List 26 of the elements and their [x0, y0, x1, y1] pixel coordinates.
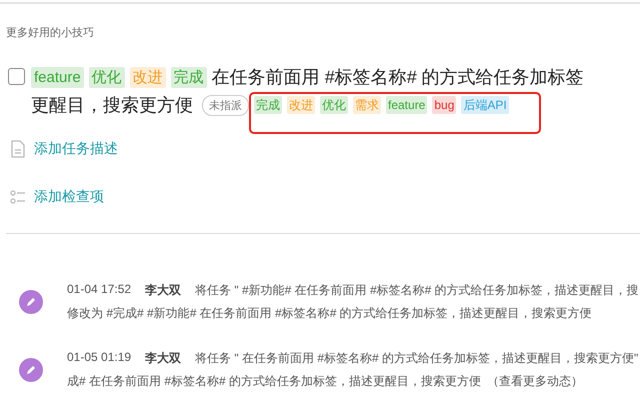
section-title: 更多好用的小技巧: [6, 26, 94, 40]
tag[interactable]: 需求: [353, 96, 381, 114]
add-link[interactable]: 添加任务描述: [34, 140, 118, 158]
tag[interactable]: 改进: [130, 66, 166, 88]
assignee-chip[interactable]: 未指派: [202, 94, 249, 116]
user-name: 李大双: [145, 282, 182, 299]
activity-text: 成# 在任务前面用 #标签名称# 的方式给任务加标签，描述更醒目，搜索更方便: [67, 373, 482, 390]
activity-time: 01-05 01:19: [67, 350, 132, 366]
tag[interactable]: feature: [31, 66, 84, 88]
activity-text: 将任务 " #新功能# 在任务前面用 #标签名称# 的方式给任务加标签，描述更醒目，搜: [195, 282, 639, 299]
add-link[interactable]: 添加检查项: [34, 188, 104, 206]
tag[interactable]: 优化: [88, 66, 125, 88]
tag[interactable]: 优化: [320, 96, 348, 114]
more-activity-link[interactable]: （查看更多动态）: [487, 373, 584, 390]
activity-text: 将任务 " 在任务前面用 #标签名称# 的方式给任务加标签，描述更醒目，搜索更方便": [195, 350, 638, 367]
tag[interactable]: 后端API: [461, 96, 509, 114]
activity-text: 修改为 #完成# #新功能# 在任务前面用 #标签名称# 的方式给任务加标签，描述更醒目，搜索更方便: [67, 305, 592, 322]
tag[interactable]: bug: [432, 96, 456, 114]
activity-time: 01-04 17:52: [67, 282, 132, 298]
task-title: 更醒目，搜索更方便: [31, 94, 193, 117]
tag[interactable]: 完成: [254, 96, 282, 114]
tag[interactable]: 改进: [287, 96, 315, 114]
task-title: 在任务前面用 #标签名称# 的方式给任务加标签: [212, 66, 584, 89]
user-name: 李大双: [145, 350, 182, 367]
tag[interactable]: feature: [386, 96, 428, 114]
tag[interactable]: 完成: [170, 66, 207, 88]
